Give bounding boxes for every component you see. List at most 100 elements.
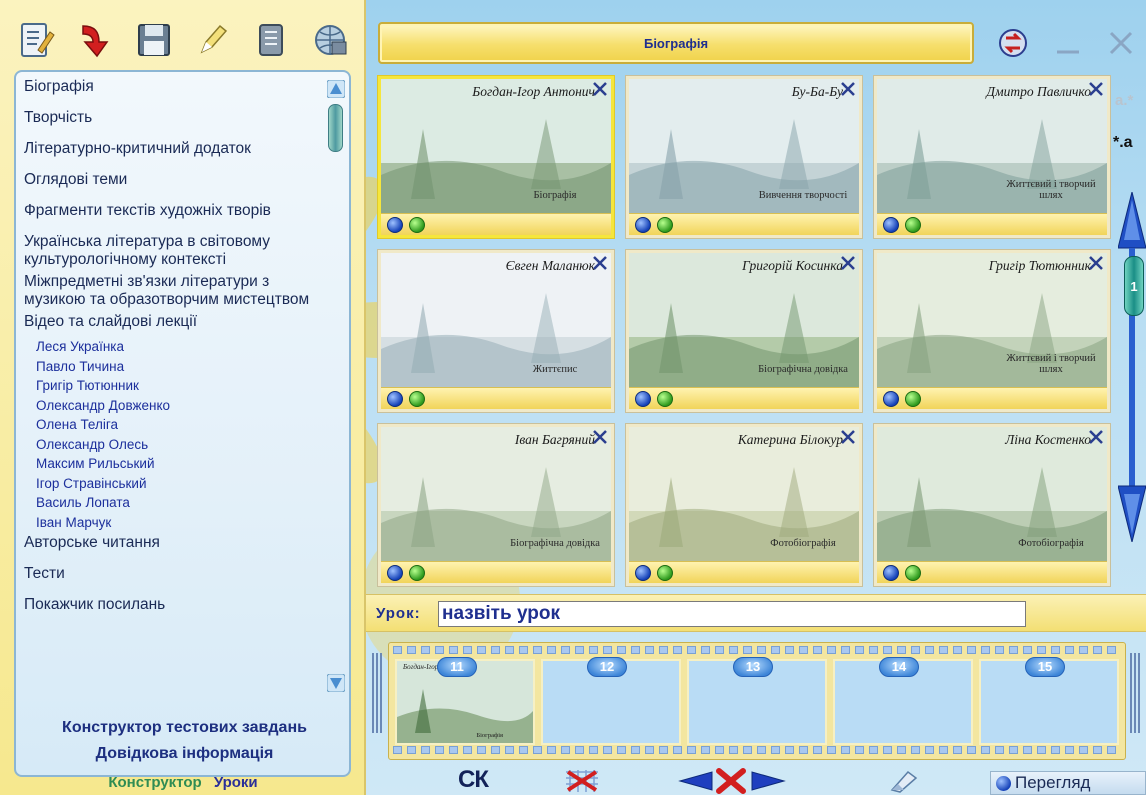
card-close-icon[interactable] xyxy=(1087,254,1105,272)
font-decrease-button[interactable]: *.a xyxy=(1113,134,1133,152)
minimize-icon[interactable] xyxy=(1053,28,1083,58)
add-to-lesson-icon[interactable] xyxy=(657,391,673,407)
next-arrow-icon[interactable] xyxy=(750,768,786,794)
card-close-icon[interactable] xyxy=(839,428,857,446)
menu-item-text-fragments[interactable]: Фрагменти текстів художніх творів xyxy=(24,202,324,220)
globe-network-icon[interactable] xyxy=(308,18,352,62)
menu-scroll-thumb[interactable] xyxy=(328,104,343,152)
help-info-link[interactable]: Довідкова інформація xyxy=(16,741,349,767)
submenu-item[interactable]: Іван Марчук xyxy=(24,513,324,533)
mode-tabs: Конструктор Уроки xyxy=(0,774,366,795)
film-frame[interactable]: 14 xyxy=(833,657,973,745)
lesson-name-input[interactable] xyxy=(438,601,1026,627)
window-controls xyxy=(996,24,1136,62)
menu-scrollbar[interactable] xyxy=(327,80,345,692)
submenu-item[interactable]: Василь Лопата xyxy=(24,493,324,513)
add-to-lesson-icon[interactable] xyxy=(409,391,425,407)
film-frame[interactable]: 15 xyxy=(979,657,1119,745)
page-indicator[interactable]: 1 xyxy=(1124,256,1144,316)
sk-button[interactable]: СК xyxy=(458,766,489,794)
lesson-card[interactable]: Євген Маланюк Життєпис xyxy=(378,250,614,412)
preview-button[interactable]: Перегляд xyxy=(990,771,1146,795)
lesson-card[interactable]: Ліна Костенко Фотобіографія xyxy=(874,424,1110,586)
menu-item-interdisciplinary[interactable]: Міжпредметні зв'язки літератури з музико… xyxy=(24,273,324,309)
submenu-item[interactable]: Ігор Стравінський xyxy=(24,474,324,494)
close-icon[interactable] xyxy=(1106,28,1136,58)
delete-net-icon[interactable] xyxy=(562,768,602,794)
submenu-item[interactable]: Олександр Довженко xyxy=(24,396,324,416)
add-to-lesson-icon[interactable] xyxy=(905,217,921,233)
perforation-hole xyxy=(981,746,990,754)
menu-item-references-index[interactable]: Покажчик посилань xyxy=(24,596,324,614)
film-scroll-right-icon[interactable] xyxy=(1128,648,1142,738)
pen-edit-icon[interactable] xyxy=(190,18,234,62)
tab-lessons[interactable]: Уроки xyxy=(214,774,258,791)
floppy-save-icon[interactable] xyxy=(132,18,176,62)
red-arrow-icon[interactable] xyxy=(73,18,117,62)
film-frame[interactable]: 13 xyxy=(687,657,827,745)
perforation-hole xyxy=(855,646,864,654)
card-close-icon[interactable] xyxy=(591,80,609,98)
submenu-item[interactable]: Григір Тютюнник xyxy=(24,376,324,396)
submenu-item[interactable]: Леся Українка xyxy=(24,337,324,357)
scroll-down-icon[interactable] xyxy=(327,674,345,692)
open-icon[interactable] xyxy=(883,217,899,233)
card-close-icon[interactable] xyxy=(591,254,609,272)
menu-item-overview-topics[interactable]: Оглядові теми xyxy=(24,171,324,189)
delete-lesson-icon[interactable] xyxy=(716,768,746,794)
eraser-icon[interactable] xyxy=(886,768,920,794)
card-close-icon[interactable] xyxy=(839,254,857,272)
submenu-item[interactable]: Максим Рильський xyxy=(24,454,324,474)
open-icon[interactable] xyxy=(883,391,899,407)
lesson-card[interactable]: Бу-Ба-Бу Вивчення творчості xyxy=(626,76,862,238)
add-to-lesson-icon[interactable] xyxy=(905,391,921,407)
menu-item-tests[interactable]: Тести xyxy=(24,565,324,583)
card-caption: Біографічна довідка xyxy=(510,538,600,549)
menu-item-author-reading[interactable]: Авторське читання xyxy=(24,534,324,552)
card-close-icon[interactable] xyxy=(1087,428,1105,446)
lesson-card[interactable]: Богдан-Ігор Антонич Біографія xyxy=(378,76,614,238)
page-up-icon[interactable] xyxy=(1118,192,1146,249)
tab-constructor[interactable]: Конструктор xyxy=(108,774,201,791)
lesson-card[interactable]: Григорій Косинка Біографічна довідка xyxy=(626,250,862,412)
open-icon[interactable] xyxy=(387,565,403,581)
open-icon[interactable] xyxy=(387,391,403,407)
menu-item-creativity[interactable]: Творчість xyxy=(24,109,324,127)
scroll-up-icon[interactable] xyxy=(327,80,345,98)
lesson-card[interactable]: Григір Тютюнник Життєвий і творчий шлях xyxy=(874,250,1110,412)
film-frame[interactable]: 12 xyxy=(541,657,681,745)
add-to-lesson-icon[interactable] xyxy=(657,565,673,581)
swap-language-icon[interactable] xyxy=(996,26,1030,60)
add-to-lesson-icon[interactable] xyxy=(905,565,921,581)
lesson-card[interactable]: Іван Багряний Біографічна довідка xyxy=(378,424,614,586)
menu-item-critical-supplement[interactable]: Літературно-критичний додаток xyxy=(24,140,324,158)
previous-arrow-icon[interactable] xyxy=(678,768,714,794)
menu-item-video-lectures[interactable]: Відео та слайдові лекції xyxy=(24,313,324,331)
page-down-icon[interactable] xyxy=(1118,485,1146,542)
open-icon[interactable] xyxy=(387,217,403,233)
submenu-item[interactable]: Олександр Олесь xyxy=(24,435,324,455)
menu-item-biography[interactable]: Біографія xyxy=(24,78,324,96)
submenu-item[interactable]: Павло Тичина xyxy=(24,357,324,377)
film-scroll-left-icon[interactable] xyxy=(370,648,384,738)
card-close-icon[interactable] xyxy=(839,80,857,98)
open-icon[interactable] xyxy=(635,565,651,581)
test-constructor-link[interactable]: Конструктор тестових завдань xyxy=(16,715,349,741)
card-close-icon[interactable] xyxy=(591,428,609,446)
film-frame[interactable]: Богдан-Ігор Антонич Біографія 11 xyxy=(395,657,535,745)
page-navigator: 1 xyxy=(1118,192,1146,542)
add-to-lesson-icon[interactable] xyxy=(409,217,425,233)
notebook-icon[interactable] xyxy=(249,18,293,62)
checklist-pencil-icon[interactable] xyxy=(14,18,58,62)
lesson-card[interactable]: Дмитро Павличко Життєвий і творчий шлях xyxy=(874,76,1110,238)
card-close-icon[interactable] xyxy=(1087,80,1105,98)
open-icon[interactable] xyxy=(635,217,651,233)
font-increase-button[interactable]: a.* xyxy=(1115,92,1133,109)
add-to-lesson-icon[interactable] xyxy=(409,565,425,581)
open-icon[interactable] xyxy=(635,391,651,407)
submenu-item[interactable]: Олена Теліга xyxy=(24,415,324,435)
open-icon[interactable] xyxy=(883,565,899,581)
lesson-card[interactable]: Катерина Білокур Фотобіографія xyxy=(626,424,862,586)
menu-item-world-context[interactable]: Українська література в світовому культу… xyxy=(24,233,324,269)
add-to-lesson-icon[interactable] xyxy=(657,217,673,233)
